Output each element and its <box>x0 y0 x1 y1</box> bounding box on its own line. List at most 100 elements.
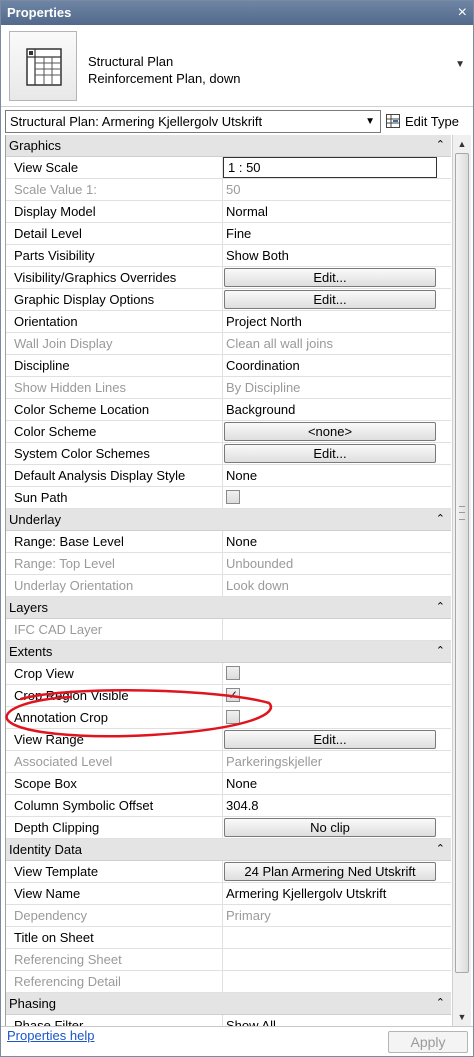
prop-value: Edit... <box>223 267 451 288</box>
collapse-icon[interactable]: ⌃ <box>436 992 445 1014</box>
prop-title-on-sheet[interactable]: Title on Sheet <box>6 927 451 949</box>
color-scheme-button[interactable]: <none> <box>224 422 436 441</box>
prop-phase-filter[interactable]: Phase Filter Show All <box>6 1015 451 1026</box>
prop-view-name[interactable]: View Name Armering Kjellergolv Utskrift <box>6 883 451 905</box>
group-identity-data[interactable]: Identity Data ⌃ <box>6 839 451 861</box>
prop-name: Referencing Detail <box>6 971 223 992</box>
prop-name: View Scale <box>6 157 223 178</box>
prop-value[interactable]: Project North <box>223 311 451 332</box>
prop-annotation-crop[interactable]: Annotation Crop <box>6 707 451 729</box>
prop-vg-overrides[interactable]: Visibility/Graphics Overrides Edit... <box>6 267 451 289</box>
group-extents[interactable]: Extents ⌃ <box>6 641 451 663</box>
prop-value <box>223 663 451 684</box>
prop-name: System Color Schemes <box>6 443 223 464</box>
scrollbar-thumb[interactable] <box>455 153 469 973</box>
prop-name: Dependency <box>6 905 223 926</box>
prop-value: Edit... <box>223 729 451 750</box>
prop-value[interactable]: 1 : 50 <box>223 157 451 178</box>
prop-value[interactable]: Fine <box>223 223 451 244</box>
group-graphics[interactable]: Graphics ⌃ <box>6 135 451 157</box>
prop-value[interactable] <box>223 927 451 948</box>
prop-color-scheme[interactable]: Color Scheme <none> <box>6 421 451 443</box>
prop-value[interactable]: Normal <box>223 201 451 222</box>
prop-name: Display Model <box>6 201 223 222</box>
group-underlay[interactable]: Underlay ⌃ <box>6 509 451 531</box>
prop-system-color-schemes[interactable]: System Color Schemes Edit... <box>6 443 451 465</box>
prop-value: Edit... <box>223 443 451 464</box>
prop-value[interactable]: None <box>223 531 451 552</box>
prop-default-analysis-display-style[interactable]: Default Analysis Display Style None <box>6 465 451 487</box>
annotation-crop-checkbox[interactable] <box>226 710 240 724</box>
prop-parts-visibility[interactable]: Parts Visibility Show Both <box>6 245 451 267</box>
prop-column-symbolic-offset[interactable]: Column Symbolic Offset 304.8 <box>6 795 451 817</box>
prop-value[interactable]: Background <box>223 399 451 420</box>
prop-color-scheme-location[interactable]: Color Scheme Location Background <box>6 399 451 421</box>
prop-value <box>223 487 451 508</box>
prop-scope-box[interactable]: Scope Box None <box>6 773 451 795</box>
graphic-display-edit-button[interactable]: Edit... <box>224 290 436 309</box>
group-phasing[interactable]: Phasing ⌃ <box>6 993 451 1015</box>
prop-name: Default Analysis Display Style <box>6 465 223 486</box>
prop-value[interactable]: Show All <box>223 1015 451 1026</box>
group-label: Underlay <box>9 512 62 527</box>
view-scale-input[interactable]: 1 : 50 <box>223 157 437 178</box>
system-color-schemes-edit-button[interactable]: Edit... <box>224 444 436 463</box>
type-name: Reinforcement Plan, down <box>88 71 241 86</box>
prop-detail-level[interactable]: Detail Level Fine <box>6 223 451 245</box>
collapse-icon[interactable]: ⌃ <box>436 508 445 530</box>
palette-title-bar[interactable]: Properties × <box>1 1 473 25</box>
prop-name: View Name <box>6 883 223 904</box>
prop-discipline[interactable]: Discipline Coordination <box>6 355 451 377</box>
prop-name: Graphic Display Options <box>6 289 223 310</box>
prop-range-base-level[interactable]: Range: Base Level None <box>6 531 451 553</box>
depth-clipping-button[interactable]: No clip <box>224 818 436 837</box>
prop-crop-region-visible[interactable]: Crop Region Visible ✓ <box>6 685 451 707</box>
view-range-edit-button[interactable]: Edit... <box>224 730 436 749</box>
edit-type-button[interactable]: Edit Type <box>386 112 472 133</box>
prop-value[interactable]: None <box>223 773 451 794</box>
prop-value: 50 <box>226 182 241 197</box>
prop-display-model[interactable]: Display Model Normal <box>6 201 451 223</box>
prop-view-range[interactable]: View Range Edit... <box>6 729 451 751</box>
prop-view-template[interactable]: View Template 24 Plan Armering Ned Utskr… <box>6 861 451 883</box>
apply-button[interactable]: Apply <box>388 1031 468 1053</box>
sun-path-checkbox[interactable] <box>226 490 240 504</box>
prop-name: Orientation <box>6 311 223 332</box>
prop-graphic-display-options[interactable]: Graphic Display Options Edit... <box>6 289 451 311</box>
prop-crop-view[interactable]: Crop View <box>6 663 451 685</box>
collapse-icon[interactable]: ⌃ <box>436 838 445 860</box>
scroll-down-icon[interactable]: ▼ <box>453 1008 471 1026</box>
prop-sun-path[interactable]: Sun Path <box>6 487 451 509</box>
prop-value[interactable]: Show Both <box>223 245 451 266</box>
prop-name: Range: Base Level <box>6 531 223 552</box>
prop-name: Wall Join Display <box>6 333 223 354</box>
prop-value: Unbounded <box>226 556 294 571</box>
prop-value[interactable]: 304.8 <box>223 795 451 816</box>
prop-orientation[interactable]: Orientation Project North <box>6 311 451 333</box>
collapse-icon[interactable]: ⌃ <box>436 596 445 618</box>
prop-value: By Discipline <box>226 380 301 395</box>
close-icon[interactable]: × <box>458 1 467 25</box>
view-template-button[interactable]: 24 Plan Armering Ned Utskrift <box>224 862 436 881</box>
crop-view-checkbox[interactable] <box>226 666 240 680</box>
type-selector[interactable]: Structural Plan Reinforcement Plan, down… <box>1 25 473 107</box>
prop-view-scale[interactable]: View Scale 1 : 50 <box>6 157 451 179</box>
prop-value[interactable]: Armering Kjellergolv Utskrift <box>223 883 451 904</box>
instance-filter-dropdown[interactable]: Structural Plan: Armering Kjellergolv Ut… <box>5 110 381 133</box>
prop-depth-clipping[interactable]: Depth Clipping No clip <box>6 817 451 839</box>
prop-wall-join-display: Wall Join Display Clean all wall joins <box>6 333 451 355</box>
collapse-icon[interactable]: ⌃ <box>436 135 445 156</box>
prop-name: Annotation Crop <box>6 707 223 728</box>
properties-help-link[interactable]: Properties help <box>7 1028 94 1043</box>
vg-overrides-edit-button[interactable]: Edit... <box>224 268 436 287</box>
collapse-icon[interactable]: ⌃ <box>436 640 445 662</box>
group-layers[interactable]: Layers ⌃ <box>6 597 451 619</box>
prop-value[interactable]: None <box>223 465 451 486</box>
vertical-scrollbar[interactable]: ▲ ▼ <box>452 135 471 1026</box>
crop-region-visible-checkbox[interactable]: ✓ <box>226 688 240 702</box>
prop-name: Scope Box <box>6 773 223 794</box>
prop-dependency: Dependency Primary <box>6 905 451 927</box>
prop-value[interactable]: Coordination <box>223 355 451 376</box>
type-dropdown-icon[interactable]: ▼ <box>455 59 465 70</box>
scroll-up-icon[interactable]: ▲ <box>453 135 471 153</box>
